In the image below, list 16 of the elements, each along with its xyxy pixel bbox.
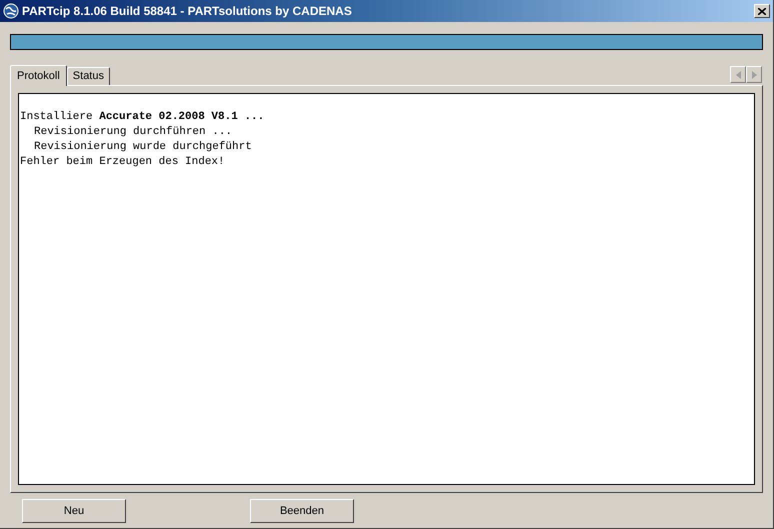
left-arrow-icon (736, 70, 740, 78)
tab[interactable]: Protokoll (10, 65, 67, 86)
log-line: Fehler beim Erzeugen des Index! (20, 155, 226, 170)
dialog-button[interactable]: Beenden (250, 499, 354, 523)
globe-icon (3, 3, 19, 19)
right-arrow-icon (752, 70, 756, 78)
log-line: Revisionierung durchführen ... (33, 125, 234, 140)
scroll-right-button[interactable] (746, 66, 762, 83)
window-title: PARTcip 8.1.06 Build 58841 - PARTsolutions by CADENAS (22, 3, 353, 20)
dialog-button[interactable]: Neu (22, 499, 126, 523)
close-button[interactable] (754, 4, 770, 18)
tab[interactable]: Status (66, 67, 110, 85)
scroll-left-button[interactable] (730, 66, 746, 83)
log-line: Installiere Accurate 02.2008 V8.1 ... (20, 110, 266, 125)
log-line: Revisionierung wurde durchgeführt (33, 140, 253, 155)
close-icon (758, 8, 766, 14)
